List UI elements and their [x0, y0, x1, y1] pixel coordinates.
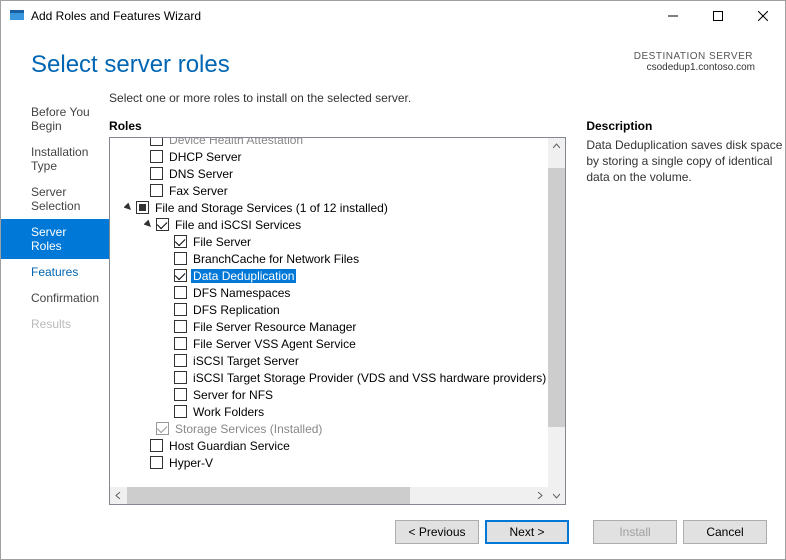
install-button: Install — [593, 520, 677, 544]
expander-open-icon[interactable] — [122, 202, 134, 214]
destination-info: DESTINATION SERVER csodedup1.contoso.com — [632, 51, 755, 73]
next-button[interactable]: Next > — [485, 520, 569, 544]
checkbox[interactable] — [150, 150, 163, 163]
step-server-selection[interactable]: Server Selection — [1, 179, 109, 219]
maximize-button[interactable] — [695, 1, 740, 31]
horizontal-scrollbar[interactable] — [110, 487, 548, 504]
scroll-up-icon[interactable] — [548, 138, 565, 155]
checkbox[interactable] — [174, 252, 187, 265]
role-item-label: DFS Namespaces — [191, 286, 292, 300]
checkbox[interactable] — [174, 388, 187, 401]
checkbox[interactable] — [150, 167, 163, 180]
description-heading: Description — [586, 119, 785, 133]
role-item-label: DNS Server — [167, 167, 235, 181]
minimize-button[interactable] — [650, 1, 695, 31]
step-confirmation[interactable]: Confirmation — [1, 285, 109, 311]
checkbox-checked[interactable] — [174, 269, 187, 282]
role-item-label: Hyper-V — [167, 456, 215, 470]
scroll-left-icon[interactable] — [110, 487, 127, 504]
role-item-label: iSCSI Target Server — [191, 354, 301, 368]
close-button[interactable] — [740, 1, 785, 31]
roles-tree-container: Device Health Attestation DHCP Server DN… — [109, 137, 566, 505]
role-item-label: File Server VSS Agent Service — [191, 337, 358, 351]
description-text: Data Deduplication saves disk space by s… — [586, 137, 785, 186]
role-item-label: Work Folders — [191, 405, 266, 419]
previous-button[interactable]: < Previous — [395, 520, 479, 544]
role-item-label: BranchCache for Network Files — [191, 252, 361, 266]
roles-tree[interactable]: Device Health Attestation DHCP Server DN… — [110, 138, 548, 487]
step-server-roles[interactable]: Server Roles — [1, 219, 109, 259]
destination-server: csodedup1.contoso.com — [632, 62, 755, 73]
checkbox[interactable] — [150, 439, 163, 452]
role-item-label: File Server Resource Manager — [191, 320, 358, 334]
role-item-label: Device Health Attestation — [167, 138, 305, 147]
role-item-label: File and Storage Services (1 of 12 insta… — [153, 201, 390, 215]
checkbox[interactable] — [174, 286, 187, 299]
scroll-down-icon[interactable] — [548, 487, 565, 504]
step-before-you-begin[interactable]: Before You Begin — [1, 99, 109, 139]
step-features[interactable]: Features — [1, 259, 109, 285]
destination-label: DESTINATION SERVER — [632, 51, 755, 62]
checkbox-checked[interactable] — [174, 235, 187, 248]
titlebar: Add Roles and Features Wizard — [1, 1, 785, 31]
page-title: Select server roles — [31, 51, 632, 79]
checkbox[interactable] — [174, 354, 187, 367]
cancel-button[interactable]: Cancel — [683, 520, 767, 544]
role-item-label: Host Guardian Service — [167, 439, 292, 453]
role-item-label: File Server — [191, 235, 253, 249]
role-item-label: Server for NFS — [191, 388, 275, 402]
role-item-label: DHCP Server — [167, 150, 243, 164]
app-icon — [9, 8, 25, 24]
role-item-label: Storage Services (Installed) — [173, 422, 324, 436]
checkbox-disabled-checked — [156, 422, 169, 435]
checkbox[interactable] — [150, 456, 163, 469]
window-title: Add Roles and Features Wizard — [31, 9, 650, 23]
scroll-right-icon[interactable] — [531, 487, 548, 504]
checkbox[interactable] — [174, 303, 187, 316]
checkbox[interactable] — [174, 337, 187, 350]
checkbox[interactable] — [174, 371, 187, 384]
role-item-label: DFS Replication — [191, 303, 282, 317]
step-installation-type[interactable]: Installation Type — [1, 139, 109, 179]
footer-buttons: < Previous Next > Install Cancel — [1, 505, 785, 559]
role-item-label: iSCSI Target Storage Provider (VDS and V… — [191, 371, 548, 385]
step-results: Results — [1, 311, 109, 337]
roles-heading: Roles — [109, 119, 566, 133]
vertical-scrollbar[interactable] — [548, 138, 565, 504]
header: Select server roles DESTINATION SERVER c… — [1, 31, 785, 89]
checkbox[interactable] — [174, 405, 187, 418]
role-item-label: File and iSCSI Services — [173, 218, 303, 232]
checkbox-partial[interactable] — [136, 201, 149, 214]
checkbox-checked[interactable] — [156, 218, 169, 231]
checkbox[interactable] — [150, 138, 163, 146]
expander-open-icon[interactable] — [142, 219, 154, 231]
checkbox[interactable] — [150, 184, 163, 197]
role-item-label-selected: Data Deduplication — [191, 269, 296, 283]
role-item-label: Fax Server — [167, 184, 230, 198]
instruction-text: Select one or more roles to install on t… — [109, 91, 785, 105]
checkbox[interactable] — [174, 320, 187, 333]
wizard-steps-sidebar: Before You Begin Installation Type Serve… — [1, 89, 109, 505]
